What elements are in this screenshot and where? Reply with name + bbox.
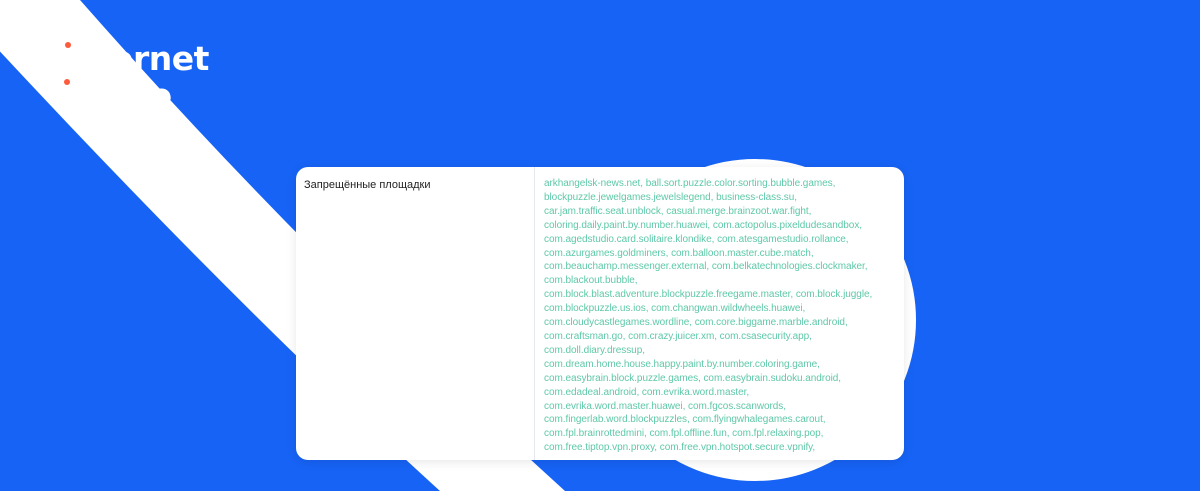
settings-card: Запрещённые площадки arkhangelsk-news.ne… xyxy=(296,167,904,460)
logo-dot-1 xyxy=(65,42,71,48)
white-accent-bottom xyxy=(490,455,510,491)
setting-value-cell: arkhangelsk-news.net, ball.sort.puzzle.c… xyxy=(544,177,896,460)
blocked-sites-line: com.fingerlab.word.blockpuzzles, com.fly… xyxy=(544,414,826,426)
blocked-sites-line: com.blockpuzzle.us.ios, com.changwan.wil… xyxy=(544,303,806,315)
blocked-sites-line: com.edadeal.android, com.evrika.word.mas… xyxy=(544,386,750,398)
blocked-sites-line: com.cloudycastlegames.wordline, com.core… xyxy=(544,317,848,329)
logo-dot-2 xyxy=(64,79,70,85)
blocked-sites-line: car.jam.traffic.seat.unblock, casual.mer… xyxy=(544,205,812,217)
blocked-sites-line: com.craftsman.go, com.crazy.juicer.xm, c… xyxy=(544,330,812,342)
setting-label: Запрещённые площадки xyxy=(304,179,431,191)
blocked-sites-line: com.doll.diary.dressup, xyxy=(544,344,645,356)
white-arc-left-outer xyxy=(0,200,120,491)
blocked-sites-line: com.free.tiptop.vpn.proxy, com.free.vpn.… xyxy=(544,442,816,454)
internet-active-logo[interactable]: internet active xyxy=(62,40,209,114)
blocked-sites-line: com.fpl.brainrottedmini, com.fpl.offline… xyxy=(544,428,824,440)
logo-line-1: internet xyxy=(62,39,209,78)
blocked-sites-line: com.azurgames.goldminers, com.balloon.ma… xyxy=(544,247,814,259)
blocked-sites-line: arkhangelsk-news.net, ball.sort.puzzle.c… xyxy=(544,178,836,189)
blocked-sites-line: coloring.daily.paint.by.number.huawei, c… xyxy=(544,219,862,231)
blocked-sites-line: com.agedstudio.card.solitaire.klondike, … xyxy=(544,233,849,245)
blocked-sites-line: com.beauchamp.messenger.external, com.be… xyxy=(544,261,868,273)
blocked-sites-line: com.easybrain.block.puzzle.games, com.ea… xyxy=(544,372,842,384)
blocked-sites-line: blockpuzzle.jewelgames.jewelslegend, bus… xyxy=(544,191,797,203)
blocked-sites-line: com.evrika.word.master.huawei, com.fgcos… xyxy=(544,400,786,412)
blocked-sites-line: com.dream.home.house.happy.paint.by.numb… xyxy=(544,358,820,370)
setting-label-cell: Запрещённые площадки xyxy=(296,167,535,460)
logo-line-2: active xyxy=(62,76,172,115)
blocked-sites-line: com.block.blast.adventure.blockpuzzle.fr… xyxy=(544,289,873,301)
blocked-sites-line: com.blackout.bubble, xyxy=(544,275,638,287)
